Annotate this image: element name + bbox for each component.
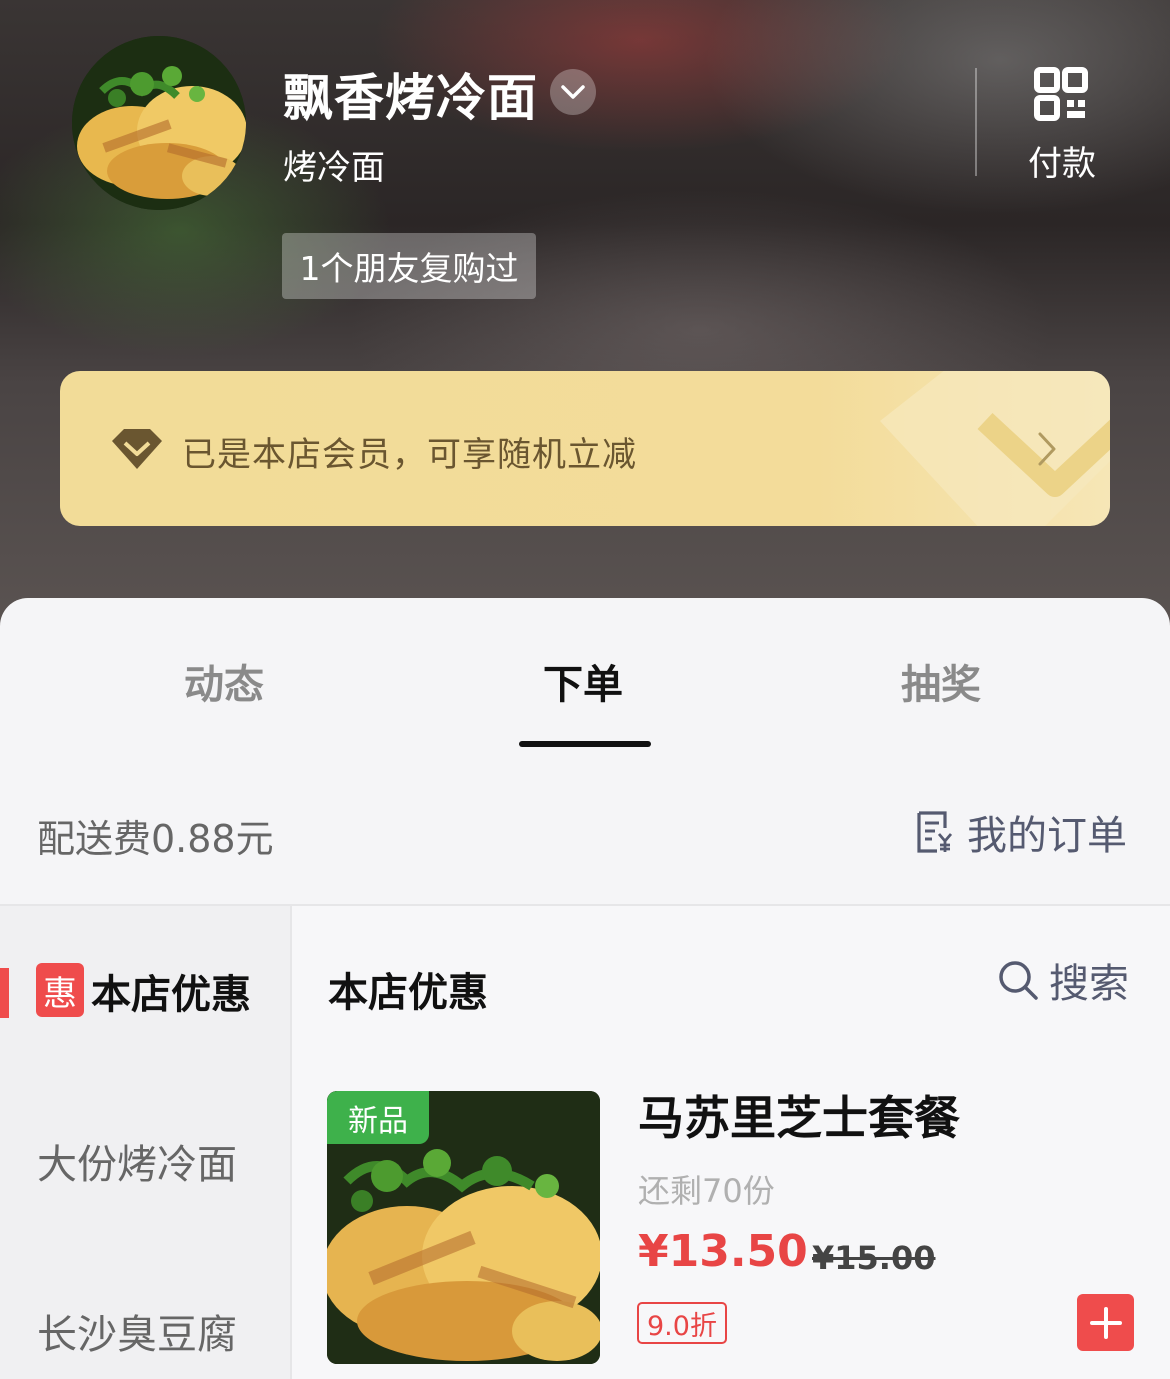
product-list: 本店优惠 搜索 新品 马苏里芝士套餐 还剩70份 ¥13.50 ¥15.00 9…: [292, 906, 1170, 1379]
active-tab-indicator: [519, 741, 651, 747]
delivery-fee: 配送费0.88元: [37, 817, 274, 861]
diamond-icon: [112, 429, 162, 469]
store-switch-button[interactable]: [550, 69, 596, 115]
my-orders-button[interactable]: 我的订单: [915, 808, 1127, 859]
my-orders-label: 我的订单: [967, 813, 1127, 859]
product-image[interactable]: 新品: [327, 1091, 600, 1364]
header-divider: [975, 68, 977, 176]
search-label: 搜索: [1049, 961, 1129, 1007]
membership-text: 已是本店会员，可享随机立减: [182, 435, 637, 475]
product-price: ¥13.50: [638, 1226, 808, 1277]
discount-tag: 9.0折: [637, 1302, 727, 1344]
membership-card[interactable]: 已是本店会员，可享随机立减: [60, 371, 1110, 526]
search-button[interactable]: 搜索: [997, 954, 1129, 1007]
store-category: 烤冷面: [283, 148, 385, 188]
section-title: 本店优惠: [328, 970, 488, 1016]
pay-label: 付款: [1028, 144, 1096, 184]
tab-lottery[interactable]: 抽奖: [901, 652, 981, 710]
plus-icon: [1089, 1306, 1122, 1339]
product-original-price: ¥15.00: [812, 1239, 936, 1277]
tab-order[interactable]: 下单: [543, 652, 623, 710]
tab-feed[interactable]: 动态: [184, 652, 264, 710]
order-sheet: 动态 下单 抽奖 配送费0.88元 我的订单 惠 本店优惠 大份烤冷面 长沙臭豆…: [0, 598, 1170, 1379]
sidebar-item-changsha-tofu[interactable]: 长沙臭豆腐: [37, 1302, 237, 1360]
chevron-right-icon: [1038, 432, 1056, 466]
product-stock: 还剩70份: [638, 1172, 775, 1210]
new-product-tag: 新品: [327, 1091, 429, 1144]
chevron-down-icon: [561, 85, 585, 99]
card-decoration: [880, 371, 1110, 526]
store-header: 飘香烤冷面 烤冷面 1个朋友复购过 付款 已是本店会员，可享随机立减: [0, 0, 1170, 640]
qr-code-icon: [1034, 67, 1088, 121]
product-name[interactable]: 马苏里芝士套餐: [638, 1082, 960, 1148]
add-to-cart-button[interactable]: [1077, 1294, 1134, 1351]
store-avatar[interactable]: [72, 36, 246, 210]
sidebar-active-indicator: [0, 968, 9, 1018]
store-name[interactable]: 飘香烤冷面: [283, 58, 538, 130]
receipt-icon: [917, 811, 953, 853]
pay-button[interactable]: 付款: [1012, 62, 1112, 184]
search-icon: [999, 961, 1038, 1000]
category-sidebar: 惠 本店优惠 大份烤冷面 长沙臭豆腐: [0, 906, 291, 1379]
sidebar-item-large-kaolengmian[interactable]: 大份烤冷面: [37, 1132, 237, 1190]
friend-repurchase-badge: 1个朋友复购过: [282, 233, 536, 299]
discount-badge: 惠: [36, 963, 84, 1017]
sidebar-item-label: 本店优惠: [91, 972, 251, 1018]
